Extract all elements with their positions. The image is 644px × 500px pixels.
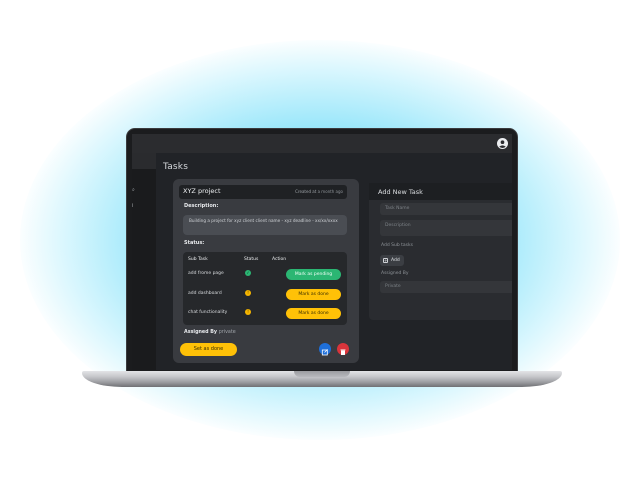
add-task-panel-header: Add New Task (369, 183, 512, 200)
subtask-table: Sub Task Status Action add frome page ✓ … (183, 252, 347, 325)
kebab-icon[interactable]: ⋮ (509, 139, 512, 148)
description-input[interactable]: Description (380, 220, 512, 236)
page-title: Tasks (163, 162, 189, 172)
task-card-header: XYZ project Created at a month ago (179, 185, 347, 199)
subtasks-label: Add Sub tasks (381, 243, 413, 248)
edit-button[interactable] (319, 343, 331, 356)
sidebar: ⌕ ⅰ (132, 153, 156, 370)
created-label: Created at (295, 189, 317, 194)
top-bar: ⋮ (132, 134, 512, 153)
app-screen: ⋮ ⌕ ⅰ Tasks XYZ project Created at a mon… (132, 134, 512, 370)
task-name-input[interactable]: Task Name (380, 203, 512, 215)
add-label: Add (391, 258, 400, 263)
status-label: Status: (184, 240, 205, 246)
mark-done-button[interactable]: Mark as done (286, 289, 341, 300)
created-value: a month ago (317, 189, 343, 194)
sidebar-item-info[interactable]: ⅰ (132, 204, 136, 209)
trash-icon (340, 349, 346, 355)
created-at: Created at a month ago (295, 189, 343, 194)
description-label: Description: (184, 203, 219, 209)
sidebar-item-selected[interactable] (132, 153, 156, 169)
task-card: XYZ project Created at a month ago Descr… (173, 179, 359, 363)
table-row-name: add dashboard (188, 291, 222, 296)
description-text: Building a project for xyz client client… (183, 215, 347, 235)
task-title: XYZ project (183, 187, 221, 195)
assigned-label: Assigned By (381, 271, 409, 276)
delete-button[interactable] (337, 343, 349, 355)
set-as-done-button[interactable]: Set as done (180, 343, 237, 356)
assigned-label: Assigned By (184, 330, 218, 335)
sidebar-item-search[interactable]: ⌕ (132, 188, 136, 193)
assigned-value: private (218, 330, 236, 335)
table-row-name: add frome page (188, 271, 224, 276)
check-icon: ✓ (245, 270, 251, 276)
add-icon: + (383, 258, 388, 263)
edit-icon (321, 349, 328, 356)
add-task-title: Add New Task (378, 188, 423, 196)
table-row-name: chat functionality (188, 310, 228, 315)
add-subtask-button[interactable]: + Add (380, 255, 404, 266)
pending-icon: ! (245, 309, 251, 315)
assigned-select[interactable]: Private (380, 281, 512, 293)
mark-pending-button[interactable]: Mark as pending (286, 269, 341, 280)
assigned-by: Assigned By private (184, 330, 236, 335)
user-icon[interactable] (497, 138, 508, 149)
column-header-status: Status (244, 257, 259, 262)
add-task-panel: Add New Task Task Name Description Add S… (369, 183, 512, 320)
laptop-notch (294, 371, 350, 377)
pending-icon: ! (245, 290, 251, 296)
column-header-subtask: Sub Task (188, 257, 208, 262)
laptop-mockup: ⋮ ⌕ ⅰ Tasks XYZ project Created at a mon… (0, 0, 644, 500)
mark-done-button[interactable]: Mark as done (286, 308, 341, 319)
column-header-action: Action (272, 257, 287, 262)
